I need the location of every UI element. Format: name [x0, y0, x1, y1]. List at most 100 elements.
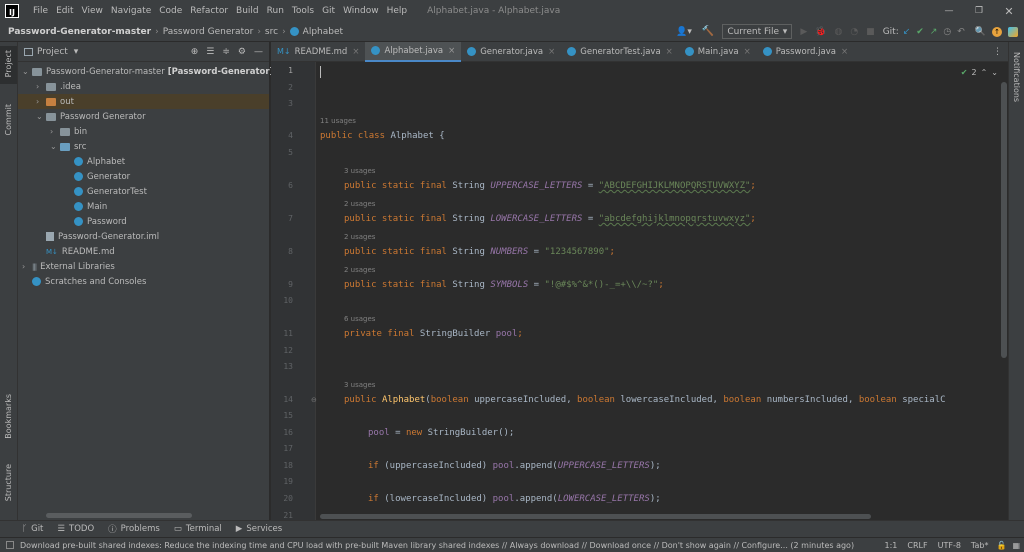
menu-window[interactable]: Window: [343, 6, 379, 16]
tree-item[interactable]: › .idea: [36, 79, 269, 94]
close-icon[interactable]: ×: [448, 46, 455, 56]
run-config-select[interactable]: Current File ▾: [722, 24, 793, 39]
tool-tab-services[interactable]: ▶ Services: [236, 524, 282, 534]
tool-tab-problems[interactable]: ⓘ Problems: [108, 523, 160, 535]
chevron-right-icon[interactable]: ›: [36, 97, 46, 106]
breadcrumb-project[interactable]: Password-Generator-master: [8, 27, 151, 37]
tree-item[interactable]: Main: [64, 199, 269, 214]
rollback-icon[interactable]: ↶: [957, 27, 965, 37]
code-editor[interactable]: 1 2 3 4 5 6 7 8 9 10 11 12 13 14 15 16 17 18 19 20 21 ✔ 2 ⌃ …: [271, 62, 1008, 520]
vertical-scrollbar[interactable]: [1001, 82, 1007, 358]
stop-icon[interactable]: ■: [866, 27, 875, 37]
close-icon[interactable]: ✕: [994, 5, 1024, 18]
menu-help[interactable]: Help: [387, 6, 408, 16]
usage-hint[interactable]: 2 usages: [344, 266, 375, 274]
caret-position[interactable]: 1:1: [885, 541, 898, 550]
tree-item[interactable]: › bin: [50, 124, 269, 139]
usage-hint[interactable]: 11 usages: [320, 117, 356, 125]
tree-item[interactable]: Password: [64, 214, 269, 229]
menu-file[interactable]: File: [33, 6, 48, 16]
usage-hint[interactable]: 3 usages: [344, 381, 375, 389]
menu-refactor[interactable]: Refactor: [190, 6, 228, 16]
profile-icon[interactable]: ◔: [850, 27, 858, 37]
git-push-icon[interactable]: ↗: [930, 27, 938, 37]
tool-window-notifications[interactable]: Notifications: [1012, 52, 1021, 102]
usage-hint[interactable]: 6 usages: [344, 315, 375, 323]
collapse-all-icon[interactable]: ≑: [222, 47, 230, 57]
chevron-down-icon[interactable]: ▾: [74, 47, 79, 57]
file-encoding[interactable]: UTF-8: [938, 541, 961, 550]
menu-navigate[interactable]: Navigate: [111, 6, 151, 16]
tab-password[interactable]: Password.java ×: [757, 42, 854, 62]
tool-tab-todo[interactable]: ☰ TODO: [57, 524, 94, 534]
chevron-right-icon[interactable]: ›: [36, 82, 46, 91]
chevron-down-icon[interactable]: ⌄: [991, 68, 998, 77]
usage-hint[interactable]: 2 usages: [344, 233, 375, 241]
restore-icon[interactable]: ❐: [964, 6, 994, 16]
tool-window-structure[interactable]: Structure: [4, 464, 13, 501]
menu-tools[interactable]: Tools: [292, 6, 314, 16]
usage-hint[interactable]: 2 usages: [344, 200, 375, 208]
more-icon[interactable]: ⋮: [993, 47, 1002, 57]
chevron-down-icon[interactable]: ⌄: [36, 112, 46, 121]
fold-icon[interactable]: ⊖: [311, 396, 317, 404]
hide-icon[interactable]: —: [254, 47, 263, 57]
tree-item[interactable]: Alphabet: [64, 154, 269, 169]
user-icon[interactable]: 👤▾: [676, 27, 692, 37]
tree-item[interactable]: › ||| External Libraries: [22, 259, 269, 274]
menu-run[interactable]: Run: [267, 6, 284, 16]
project-view-select[interactable]: Project: [37, 47, 68, 57]
tool-window-commit[interactable]: Commit: [4, 104, 13, 135]
tree-item[interactable]: ⌄ src: [50, 139, 269, 154]
history-icon[interactable]: ◷: [943, 27, 951, 37]
chevron-right-icon[interactable]: ›: [22, 262, 32, 271]
search-icon[interactable]: 🔍: [975, 27, 986, 37]
close-icon[interactable]: ×: [666, 47, 673, 57]
tab-generator[interactable]: Generator.java ×: [461, 42, 561, 62]
chevron-down-icon[interactable]: ⌄: [22, 67, 32, 76]
breadcrumb-module[interactable]: Password Generator: [163, 27, 254, 37]
status-message[interactable]: Download pre-built shared indexes: Reduc…: [20, 541, 860, 550]
horizontal-scrollbar[interactable]: [46, 513, 192, 518]
menu-code[interactable]: Code: [159, 6, 182, 16]
tree-item[interactable]: GeneratorTest: [64, 184, 269, 199]
tab-readme[interactable]: M↓ README.md ×: [271, 42, 365, 62]
tree-item[interactable]: › out: [18, 94, 269, 109]
tree-item[interactable]: ⌄ Password-Generator-master [Password-Gene…: [22, 64, 293, 79]
close-icon[interactable]: ×: [548, 47, 555, 57]
hammer-icon[interactable]: 🔨: [702, 26, 714, 37]
toolbox-icon[interactable]: [1008, 26, 1018, 37]
git-update-icon[interactable]: ↙: [903, 27, 911, 37]
git-commit-icon[interactable]: ✔: [916, 27, 924, 37]
tool-tab-terminal[interactable]: ▭ Terminal: [174, 524, 222, 534]
tree-item[interactable]: Generator: [64, 169, 269, 184]
run-icon[interactable]: ▶: [800, 27, 807, 37]
breadcrumb-file[interactable]: Alphabet: [303, 27, 343, 37]
chevron-right-icon[interactable]: ›: [50, 127, 60, 136]
line-separator[interactable]: CRLF: [907, 541, 927, 550]
tool-window-project[interactable]: Project: [4, 50, 13, 77]
status-toggle-icon[interactable]: [6, 541, 14, 549]
tab-alphabet[interactable]: Alphabet.java ×: [365, 41, 462, 62]
chevron-down-icon[interactable]: ⌄: [50, 142, 60, 151]
locate-icon[interactable]: ⊕: [191, 47, 199, 57]
debug-icon[interactable]: 🐞: [815, 27, 826, 37]
tab-main[interactable]: Main.java ×: [679, 42, 757, 62]
menu-view[interactable]: View: [82, 6, 103, 16]
minimize-icon[interactable]: —: [934, 6, 964, 16]
tree-item[interactable]: Scratches and Consoles: [22, 274, 269, 289]
coverage-icon[interactable]: ◍: [834, 27, 842, 37]
tree-item[interactable]: ⌄ Password Generator: [36, 109, 269, 124]
tab-generator-test[interactable]: GeneratorTest.java ×: [561, 42, 679, 62]
tree-item[interactable]: M↓ README.md: [36, 244, 269, 259]
tool-tab-git[interactable]: ᚴ Git: [22, 524, 43, 534]
app-logo[interactable]: IJ: [5, 4, 19, 18]
usage-hint[interactable]: 3 usages: [344, 167, 375, 175]
gear-icon[interactable]: ⚙: [238, 47, 246, 57]
horizontal-scrollbar[interactable]: [320, 514, 871, 519]
expand-all-icon[interactable]: ☰: [206, 47, 214, 57]
lock-icon[interactable]: 🔓: [996, 541, 1006, 550]
tree-item[interactable]: Password-Generator.iml: [36, 229, 269, 244]
close-icon[interactable]: ×: [352, 47, 359, 57]
menu-edit[interactable]: Edit: [56, 6, 73, 16]
